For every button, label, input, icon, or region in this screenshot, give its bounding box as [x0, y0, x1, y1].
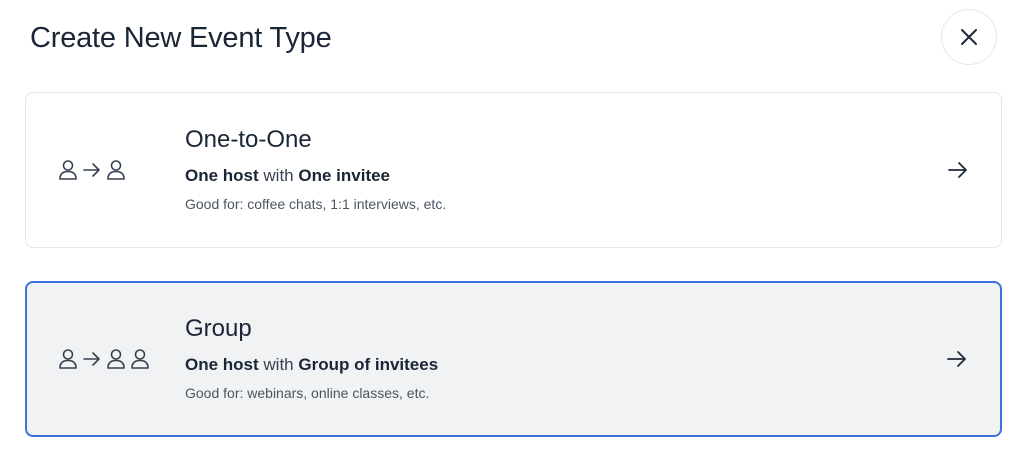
option-text: One-to-One One host with One invitee Goo…	[185, 125, 446, 214]
option-title: One-to-One	[185, 126, 312, 153]
host-label: One host	[185, 355, 259, 374]
connector-text: with	[263, 166, 294, 185]
close-icon	[960, 28, 978, 46]
select-option-arrow[interactable]	[947, 93, 969, 247]
dialog-title: Create New Event Type	[30, 22, 332, 54]
event-type-option-one-to-one[interactable]: One-to-One One host with One invitee Goo…	[25, 92, 1002, 248]
option-description: Good for: coffee chats, 1:1 interviews, …	[185, 196, 447, 212]
event-type-option-group[interactable]: Group One host with Group of invitees Go…	[25, 281, 1002, 437]
person-icon	[58, 348, 78, 370]
option-illustration	[58, 283, 150, 435]
invitee-label: One invitee	[298, 166, 391, 185]
arrow-right-icon	[82, 351, 102, 367]
option-subtitle: One host with Group of invitees	[185, 354, 438, 376]
select-option-arrow[interactable]	[946, 283, 968, 435]
person-icon	[106, 348, 126, 370]
person-icon	[130, 348, 150, 370]
option-text: Group One host with Group of invitees Go…	[185, 314, 438, 403]
connector-text: with	[263, 355, 294, 374]
option-illustration	[58, 93, 126, 247]
person-icon	[58, 159, 78, 181]
arrow-right-icon	[946, 350, 968, 368]
create-event-type-dialog: Create New Event Type One-to-One One hos…	[0, 0, 1024, 459]
arrow-right-icon	[947, 161, 969, 179]
host-label: One host	[185, 166, 259, 185]
invitee-label: Group of invitees	[298, 355, 439, 374]
option-subtitle: One host with One invitee	[185, 165, 446, 187]
option-title: Group	[185, 315, 252, 342]
arrow-right-icon	[82, 162, 102, 178]
close-button[interactable]	[941, 9, 997, 65]
option-description: Good for: webinars, online classes, etc.	[185, 385, 430, 401]
person-icon	[106, 159, 126, 181]
